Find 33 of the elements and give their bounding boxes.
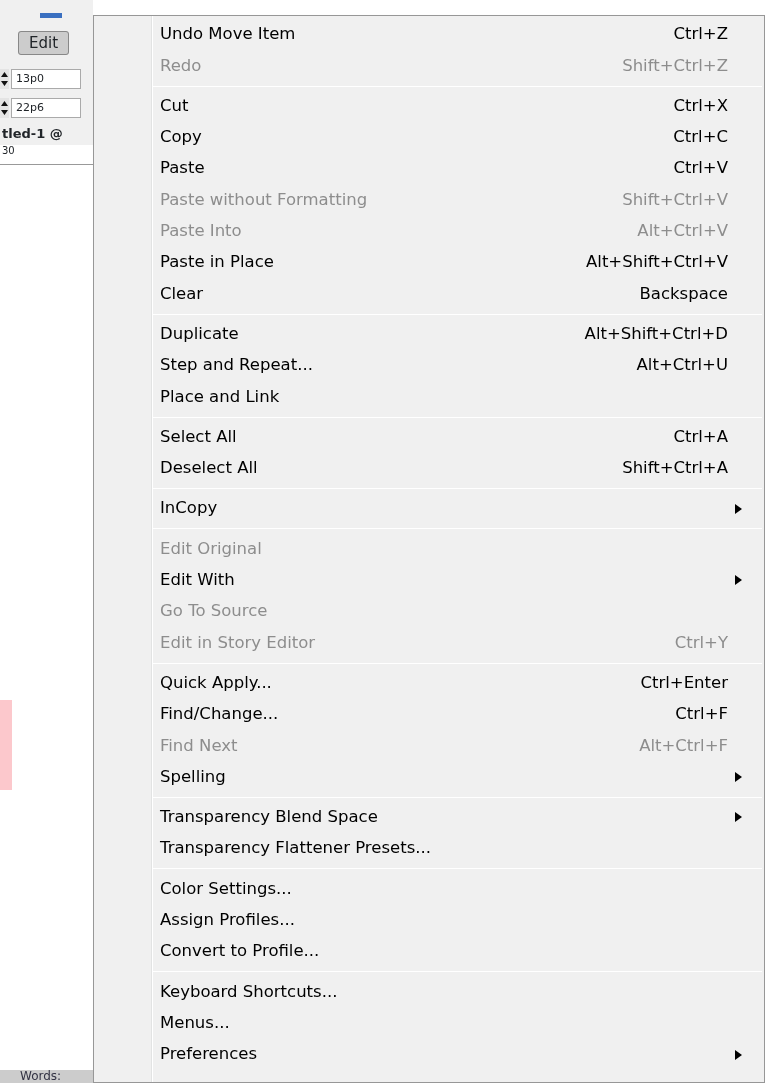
ruler: 30: [0, 145, 93, 165]
menu-item[interactable]: Edit With: [94, 564, 764, 597]
menu-item[interactable]: Find/Change... Ctrl+F: [94, 698, 764, 731]
menu-item[interactable]: Place and Link: [94, 381, 764, 413]
input-field[interactable]: 13p0: [11, 68, 81, 89]
status-label: Words:: [0, 1070, 93, 1083]
spinner-icon[interactable]: [0, 68, 9, 89]
input-field[interactable]: 22p6: [11, 97, 81, 118]
menu-item[interactable]: Transparency Flattener Presets...: [94, 833, 764, 865]
menu-item[interactable]: Paste Ctrl+V: [94, 153, 764, 185]
menu-item[interactable]: Spelling: [94, 761, 764, 793]
menu-item[interactable]: Clear Backspace: [94, 278, 764, 310]
menu-item[interactable]: Assign Profiles...: [94, 904, 764, 936]
menu-item[interactable]: Color Settings...: [94, 873, 764, 905]
menu-item[interactable]: Quick Apply... Ctrl+Enter: [94, 667, 764, 699]
edit-button[interactable]: Edit: [18, 31, 70, 55]
menu-item[interactable]: Copy Ctrl+C: [94, 121, 764, 154]
menu-item[interactable]: Cut Ctrl+X: [94, 90, 764, 122]
menu-item[interactable]: Paste in Place Alt+Shift+Ctrl+V: [94, 247, 764, 279]
menu-item[interactable]: Keyboard Shortcuts...: [94, 976, 764, 1008]
spinner-icon[interactable]: [0, 97, 9, 118]
menu-item[interactable]: Duplicate Alt+Shift+Ctrl+D: [94, 318, 764, 350]
menu-item[interactable]: Undo Move Item Ctrl+Z: [94, 19, 764, 51]
menu-item[interactable]: Preferences: [94, 1038, 764, 1071]
menu-item[interactable]: Select All Ctrl+A: [94, 421, 764, 453]
menu-item[interactable]: InCopy: [94, 493, 764, 525]
menu-item[interactable]: Deselect All Shift+Ctrl+A: [94, 452, 764, 485]
menu-item[interactable]: Step and Repeat... Alt+Ctrl+U: [94, 349, 764, 382]
menu-item[interactable]: Transparency Blend Space: [94, 801, 764, 834]
menu-item[interactable]: Convert to Profile...: [94, 936, 764, 968]
toolbar-icon[interactable]: [40, 10, 62, 19]
menu-item[interactable]: Menus...: [94, 1007, 764, 1039]
document-tab[interactable]: tled-1 @: [0, 122, 93, 145]
